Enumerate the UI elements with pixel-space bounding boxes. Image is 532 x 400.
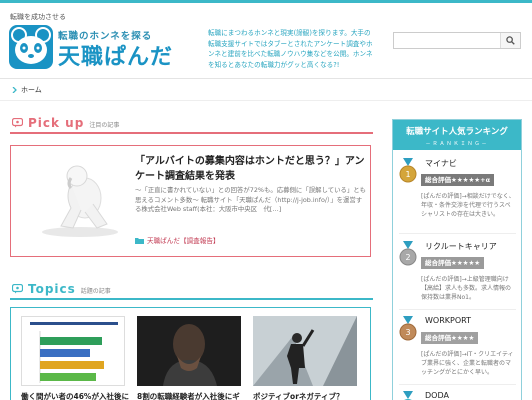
svg-text:2: 2 <box>405 253 410 262</box>
search-input[interactable] <box>394 33 500 48</box>
pickup-article-title[interactable]: 「アルバイトの募集内容はホントだと思う？」アンケート調査結果を発表 <box>135 154 365 184</box>
rank-1-medal-icon: 1 <box>399 158 417 183</box>
pickup-heading: Pick up 注目の記事 <box>12 116 119 130</box>
ranking-divider <box>399 309 516 310</box>
search-form <box>393 32 521 49</box>
ranking-divider <box>399 384 516 385</box>
rank-description: [ぱんだの評価]→相談だけでなく、年収・条件交渉を代理で行うスペシャリストの存在… <box>421 193 515 218</box>
chat-bubble-icon <box>12 118 23 128</box>
topic-title[interactable]: 8割の転職経験者が入社後にギ <box>137 392 245 400</box>
topic-thumbnail[interactable] <box>253 316 357 386</box>
topics-rule <box>10 298 373 300</box>
rank-name[interactable]: マイナビ <box>425 158 457 169</box>
svg-text:3: 3 <box>405 328 410 337</box>
pickup-title: Pick up <box>28 116 85 130</box>
ranking-header: 転職サイト人気ランキング －ＲＡＮＫＩＮＧ－ <box>393 120 521 150</box>
pickup-article-excerpt: ～「正直に書かれていない」との回答が72%も。応募側に「誤解している」とも思える… <box>135 186 367 213</box>
header-divider <box>0 78 532 79</box>
topic-thumbnail[interactable] <box>21 316 125 386</box>
rank-name[interactable]: DODA <box>425 391 449 400</box>
rank-description: [ぱんだの評価]→上級管理職向け【高給】求人も多数。求人情報の保持数は業界No1… <box>421 276 512 301</box>
topic-thumbnail[interactable] <box>137 316 241 386</box>
topics-list: 働く間がい者の46%が入社後に 8割の転職経験者が入社後にギ ポジティブorネガ… <box>10 307 371 400</box>
svg-text:1: 1 <box>405 170 410 179</box>
rank-description: [ぱんだの評価]→IT・クリエイティブ業界に強く、企業と転職者のマッチングがとに… <box>421 351 514 376</box>
pickup-category-label[interactable]: 天職ぱんだ【調査報告】 <box>147 235 220 245</box>
topics-subtitle: 話題の記事 <box>80 288 111 295</box>
thinking-person-illustration <box>42 165 118 237</box>
rank-name[interactable]: リクルートキャリア <box>425 241 497 252</box>
pickup-rule <box>10 132 373 134</box>
rank-2-medal-icon: 2 <box>399 241 417 266</box>
rank-name[interactable]: WORKPORT <box>425 316 471 325</box>
topics-heading: Topics 話題の記事 <box>12 282 111 296</box>
breadcrumb: ホーム <box>12 85 42 95</box>
rank-score-badge: 総合評価★★★★★ <box>421 257 485 269</box>
logo-title: 天職ぱんだ <box>58 45 174 70</box>
pickup-article-card[interactable]: 「アルバイトの募集内容はホントだと思う？」アンケート調査結果を発表 ～「正直に書… <box>10 145 371 257</box>
search-icon <box>506 36 515 45</box>
rank-score-badge: 総合評価★★★★★+α <box>421 174 495 186</box>
rank-score-badge: 総合評価★★★★ <box>421 332 479 344</box>
thinking-man-photo <box>137 316 241 386</box>
rank-3-medal-icon: 3 <box>399 316 417 341</box>
topic-title[interactable]: ポジティブorネガティブ？ <box>253 392 361 400</box>
search-button[interactable] <box>500 33 520 48</box>
folder-icon <box>135 237 144 244</box>
ranking-subtitle: －ＲＡＮＫＩＮＧ－ <box>425 141 489 147</box>
businessman-photo <box>253 316 357 386</box>
site-tagline: 転職を成功させる <box>10 13 66 21</box>
site-description: 転職にまつわるホンネと現実(諦観)を探ります。大手の転職支援サイトではタブーとさ… <box>208 29 373 69</box>
site-logo[interactable]: 転職のホンネを探る 天職ぱんだ <box>8 22 173 72</box>
panda-logo-icon <box>9 25 53 69</box>
ranking-divider <box>399 233 516 234</box>
chat-bubble-icon <box>12 284 23 294</box>
top-accent-bar <box>0 0 532 3</box>
ranking-sidebar: 転職サイト人気ランキング －ＲＡＮＫＩＮＧ－ 1 マイナビ 総合評価★★★★★+… <box>392 119 522 400</box>
breadcrumb-divider <box>0 100 532 101</box>
bar-chart-thumbnail <box>30 322 118 383</box>
ranking-title: 転職サイト人気ランキング <box>406 127 508 137</box>
pickup-subtitle: 注目の記事 <box>89 122 120 129</box>
breadcrumb-home-link[interactable]: ホーム <box>21 85 42 95</box>
chevron-right-icon <box>12 87 17 93</box>
rank-4-medal-icon: 4 <box>403 391 413 400</box>
topic-title[interactable]: 働く間がい者の46%が入社後に <box>21 392 129 400</box>
topics-title: Topics <box>28 282 76 296</box>
pickup-category[interactable]: 天職ぱんだ【調査報告】 <box>135 235 220 245</box>
